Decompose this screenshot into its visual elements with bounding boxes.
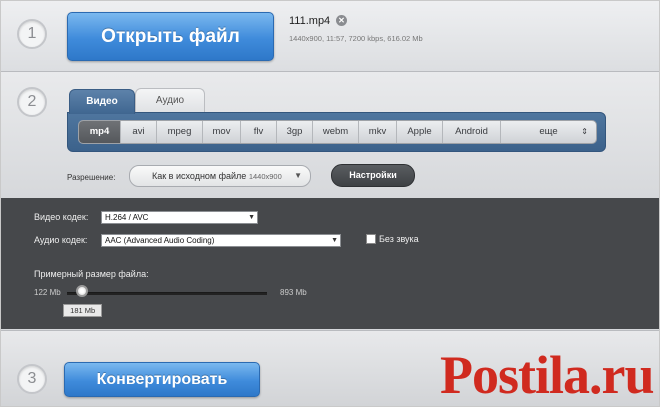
step-open-section: 1 Открыть файл 111.mp4 ✕ 1440x900, 11:57… — [1, 1, 659, 72]
video-codec-select[interactable]: H.264 / AVC ▼ — [101, 211, 258, 224]
no-sound-checkbox[interactable] — [366, 234, 376, 244]
format-mp4[interactable]: mp4 — [79, 121, 121, 143]
format-3gp[interactable]: 3gp — [277, 121, 313, 143]
converter-window: 1 Открыть файл 111.mp4 ✕ 1440x900, 11:57… — [0, 0, 660, 407]
format-more-label: еще — [539, 126, 558, 137]
audio-codec-select[interactable]: AAC (Advanced Audio Coding) ▼ — [101, 234, 341, 247]
format-apple[interactable]: Apple — [397, 121, 443, 143]
video-codec-label: Видео кодек: — [34, 212, 89, 222]
size-min-label: 122 Mb — [34, 288, 61, 297]
chevron-down-icon: ▼ — [331, 237, 338, 244]
postila-watermark-logo: Postila.ru — [440, 345, 655, 405]
codec-section: Видео кодек: H.264 / AVC ▼ Аудио кодек: … — [1, 198, 659, 329]
format-mkv[interactable]: mkv — [359, 121, 397, 143]
resolution-label: Разрешение: — [67, 173, 116, 182]
size-slider-track[interactable] — [67, 292, 267, 295]
resolution-size: 1440x900 — [248, 172, 282, 181]
resolution-text: Как в исходном файле 1440x900 — [152, 166, 282, 187]
remove-file-icon[interactable]: ✕ — [336, 15, 347, 26]
format-more[interactable]: еще ⇕ — [501, 121, 596, 143]
video-codec-value: H.264 / AVC — [105, 213, 149, 222]
step-format-section: 2 Видео Аудио mp4 avi mpeg mov flv 3gp w… — [1, 72, 659, 198]
format-avi[interactable]: avi — [121, 121, 157, 143]
format-flv[interactable]: flv — [241, 121, 277, 143]
resolution-value: Как в исходном файле — [152, 171, 247, 181]
file-meta: 1440x900, 11:57, 7200 kbps, 616.02 Mb — [289, 34, 423, 43]
step-number-1: 1 — [17, 19, 47, 49]
tab-video[interactable]: Видео — [69, 89, 135, 114]
size-slider-handle[interactable] — [76, 285, 89, 297]
open-file-button[interactable]: Открыть файл — [67, 12, 274, 61]
format-bar: mp4 avi mpeg mov flv 3gp webm mkv Apple … — [78, 120, 597, 144]
svg-text:Postila.ru: Postila.ru — [440, 345, 654, 405]
convert-button[interactable]: Конвертировать — [64, 362, 260, 397]
resolution-select[interactable]: Как в исходном файле 1440x900 ▼ — [129, 165, 311, 187]
file-name: 111.mp4 — [289, 15, 331, 27]
step-number-2: 2 — [17, 87, 47, 117]
size-max-label: 893 Mb — [280, 288, 307, 297]
audio-codec-value: AAC (Advanced Audio Coding) — [105, 236, 215, 245]
no-sound-label: Без звука — [379, 234, 419, 244]
format-panel: mp4 avi mpeg mov flv 3gp webm mkv Apple … — [67, 112, 606, 152]
file-size-label: Примерный размер файла: — [34, 269, 149, 279]
format-android[interactable]: Android — [443, 121, 501, 143]
size-current-tooltip: 181 Mb — [63, 304, 103, 317]
audio-codec-label: Аудио кодек: — [34, 235, 88, 245]
chevron-down-icon: ▼ — [294, 171, 302, 180]
tab-audio[interactable]: Аудио — [135, 88, 205, 113]
format-mpeg[interactable]: mpeg — [157, 121, 203, 143]
format-mov[interactable]: mov — [203, 121, 241, 143]
updown-chevron-icon: ⇕ — [581, 127, 588, 136]
step-number-3: 3 — [17, 364, 47, 394]
settings-button[interactable]: Настройки — [331, 164, 415, 187]
chevron-down-icon: ▼ — [248, 214, 255, 221]
format-webm[interactable]: webm — [313, 121, 359, 143]
